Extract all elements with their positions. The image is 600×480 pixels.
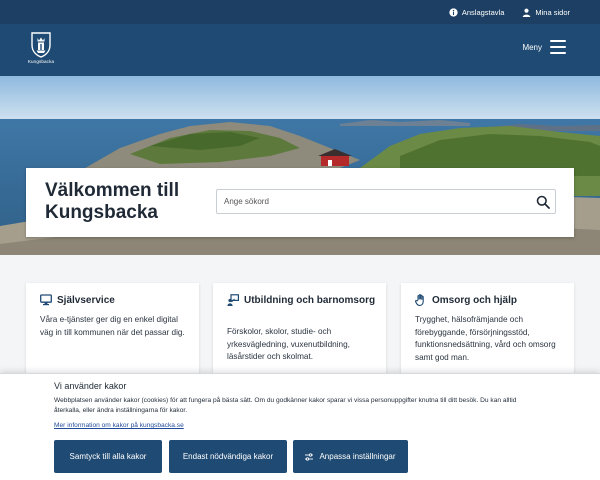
accept-all-cookies-button[interactable]: Samtyck till alla kakor [54,440,162,473]
mina-sidor-link[interactable]: Mina sidor [522,8,570,17]
customize-cookies-button[interactable]: Anpassa inställningar [293,440,408,473]
top-links: Anslagstavla Mina sidor [449,0,570,24]
hand-icon [415,294,424,306]
site-header: Kungsbacka Meny [0,24,600,76]
service-card-sjalvservice[interactable]: Självservice Våra e-tjänster ger dig en … [26,283,199,383]
anslagstavla-link[interactable]: Anslagstavla [449,7,505,17]
card-text: Förskolor, skolor, studie- och yrkesvägl… [227,327,350,362]
menu-button[interactable]: Meny [522,40,566,54]
cookie-title: Vi använder kakor [54,381,127,391]
card-title[interactable]: Omsorg och hjälp [432,294,517,307]
menu-label: Meny [522,42,542,52]
sliders-icon [305,452,314,461]
search-input[interactable] [217,190,517,213]
card-header: Omsorg och hjälp [415,294,565,307]
cookie-info-link[interactable]: Mer information om kakor på kungsbacka.s… [54,422,184,429]
accept-all-label: Samtyck till alla kakor [69,452,147,461]
search-icon[interactable] [536,195,550,209]
necessary-cookies-button[interactable]: Endast nödvändiga kakor [169,440,287,473]
monitor-icon [40,294,52,306]
user-icon [523,8,531,17]
cookie-banner: Vi använder kakor Webbplatsen använder k… [0,373,600,480]
necessary-only-label: Endast nödvändiga kakor [182,452,274,461]
top-utility-bar: Anslagstavla Mina sidor [0,0,600,24]
mina-sidor-label: Mina sidor [535,7,570,17]
info-icon [449,7,458,17]
card-text: Våra e-tjänster ger dig en enkel digital… [40,315,185,337]
card-header: Självservice [40,294,190,307]
welcome-search-panel: Välkommen till Kungsbacka [26,168,574,237]
card-title[interactable]: Utbildning och barn­omsorg [244,294,375,307]
hamburger-icon [550,40,566,54]
card-text: Trygghet, hälsofrämjande och förebyggand… [415,315,556,362]
anslagstavla-label: Anslagstavla [461,7,505,17]
service-card-utbildning[interactable]: Utbildning och barn­omsorg Förskolor, sk… [213,283,386,383]
kungsbacka-logo[interactable]: Kungsbacka [25,31,57,71]
logo-text: Kungsbacka [27,59,55,64]
card-title[interactable]: Självservice [57,294,115,307]
cookie-text: Webbplatsen använder kakor (cookies) för… [54,397,517,414]
card-header: Utbildning och barn­omsorg [227,294,377,307]
coat-of-arms-icon [31,32,51,58]
education-icon [227,294,239,306]
customize-label: Anpassa inställningar [319,452,396,461]
search-box [216,189,556,214]
page-title: Välkommen till Kungsbacka [45,180,180,223]
service-card-omsorg[interactable]: Omsorg och hjälp Trygghet, hälsofrämjand… [401,283,574,383]
